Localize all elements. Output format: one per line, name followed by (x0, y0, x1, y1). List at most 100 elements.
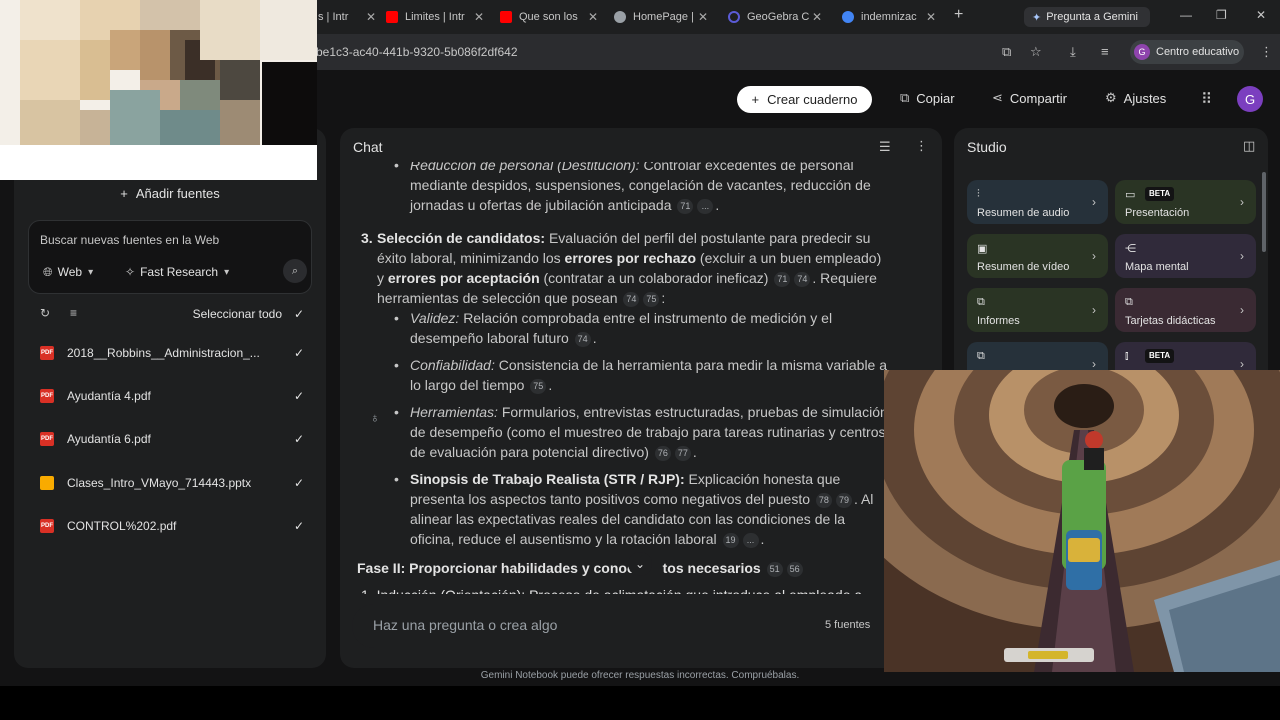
citation-chip[interactable]: 79 (835, 493, 852, 508)
web-dropdown[interactable]: 🌐︎ Web ▾ (43, 261, 93, 283)
citation-chip[interactable]: 74 (574, 332, 591, 347)
source-checkbox[interactable]: ✓ (292, 432, 306, 446)
browser-tab[interactable]: indemnizac ✕ (842, 6, 936, 28)
web-source-search: Buscar nuevas fuentes en la Web 🌐︎ Web ▾… (28, 220, 312, 294)
close-tab-icon[interactable]: ✕ (588, 10, 598, 24)
list-item: Sinopsis de Trabajo Realista (STR / RJP)… (410, 469, 890, 549)
tab-label: HomePage | (633, 11, 694, 23)
chevron-down-icon: ▾ (88, 266, 94, 278)
settings-button[interactable]: ⚙ Ajustes (1105, 90, 1166, 106)
chevron-right-icon: › (1092, 249, 1096, 263)
browser-menu-icon[interactable]: ⋮ (1260, 44, 1273, 60)
create-notebook-button[interactable]: + Crear cuaderno (737, 86, 872, 113)
close-tab-icon[interactable]: ✕ (366, 10, 376, 24)
profile-chip[interactable]: G Centro educativo (1130, 40, 1244, 64)
sort-icon[interactable]: ≡ (70, 306, 77, 320)
profile-label: Centro educativo (1156, 46, 1240, 58)
citation-chip[interactable]: ... (742, 533, 759, 548)
browser-tab[interactable]: HomePage | ✕ (614, 6, 708, 28)
citation-chip[interactable]: ... (697, 199, 714, 214)
youtube-icon (386, 11, 398, 23)
tab-label: s | Intr (318, 11, 349, 23)
citation-chip[interactable]: 77 (674, 446, 691, 461)
source-checkbox[interactable]: ✓ (292, 346, 306, 360)
minimize-icon[interactable]: — (1180, 8, 1192, 22)
copy-label: Copiar (916, 90, 955, 106)
citation-chip[interactable]: 71 (677, 199, 694, 214)
sparkle-search-icon: ✧ (125, 265, 136, 279)
source-item[interactable]: PDF CONTROL%202.pdf ✓ (40, 515, 312, 537)
maximize-icon[interactable]: ❐ (1216, 8, 1227, 22)
source-item[interactable]: PDF Ayudantía 6.pdf ✓ (40, 428, 312, 450)
studio-card-flashcards[interactable]: ⧉ Tarjetas didácticas › (1115, 288, 1256, 332)
account-avatar[interactable]: G (1237, 86, 1263, 112)
studio-card-presentation[interactable]: ▭ BETA Presentación › (1115, 180, 1256, 224)
citation-chip[interactable]: 78 (815, 493, 832, 508)
studio-title: Studio (967, 139, 1007, 155)
close-tab-icon[interactable]: ✕ (812, 10, 822, 24)
scroll-down-icon[interactable]: ⌄ (628, 552, 652, 576)
browser-tab[interactable]: Limites | Intr ✕ (386, 6, 484, 28)
studio-scrollbar[interactable] (1262, 172, 1266, 252)
browser-tab[interactable]: GeoGebra C ✕ (728, 6, 822, 28)
item-text: Relación comprobada entre el instrumento… (410, 310, 833, 346)
close-tab-icon[interactable]: ✕ (926, 10, 936, 24)
bookmark-star-icon[interactable]: ☆ (1030, 44, 1042, 60)
studio-card-audio-overview[interactable]: ⫶ Resumen de audio › (967, 180, 1108, 224)
close-tab-icon[interactable]: ✕ (474, 10, 484, 24)
source-checkbox[interactable]: ✓ (292, 519, 306, 533)
copy-button[interactable]: ⧉ Copiar (900, 90, 955, 106)
citation-chip[interactable]: 75 (643, 292, 660, 307)
profile-avatar: G (1134, 44, 1150, 60)
more-options-icon[interactable]: ⋮ (915, 138, 928, 154)
source-item[interactable]: PDF 2018__Robbins__Administracion_... ✓ (40, 342, 312, 364)
citation-chip[interactable]: 19 (722, 533, 739, 548)
search-icon[interactable]: ⌕ (283, 259, 307, 283)
tune-icon[interactable]: ☰ (879, 139, 891, 155)
game-scene (884, 370, 1280, 672)
pdf-icon: PDF (40, 389, 54, 403)
citation-chip[interactable]: 75 (530, 379, 547, 394)
accuracy-disclaimer: Gemini Notebook puede ofrecer respuestas… (480, 670, 800, 681)
media-controls-icon[interactable]: ≡ (1101, 44, 1109, 59)
studio-card-video-overview[interactable]: ▣ Resumen de vídeo › (967, 234, 1108, 278)
citation-chip[interactable]: 74 (794, 272, 811, 287)
bullet-marker: • (394, 471, 399, 487)
research-mode-dropdown[interactable]: ✧ Fast Research ▾ (125, 261, 229, 283)
share-button[interactable]: ⋖ Compartir (992, 90, 1067, 106)
source-item[interactable]: Clases_Intro_VMayo_714443.pptx ✓ (40, 472, 312, 494)
studio-card-mind-map[interactable]: ⋲ Mapa mental › (1115, 234, 1256, 278)
collapse-panel-icon[interactable]: ◫ (1243, 138, 1255, 154)
browser-tab[interactable]: s | Intr ✕ (318, 6, 376, 28)
citation-chip[interactable]: 74 (623, 292, 640, 307)
close-window-icon[interactable]: ✕ (1256, 8, 1266, 22)
source-checkbox[interactable]: ✓ (292, 476, 306, 490)
browser-tab[interactable]: Que son los ✕ (500, 6, 598, 28)
citation-chip[interactable]: 71 (774, 272, 791, 287)
infographic-icon: ⫾ (1125, 350, 1129, 362)
source-item[interactable]: PDF Ayudantía 4.pdf ✓ (40, 385, 312, 407)
new-tab-button[interactable]: + (954, 6, 963, 24)
list-number-text: 3. (361, 230, 373, 246)
pin-note-icon[interactable]: ♁ (370, 408, 380, 428)
close-tab-icon[interactable]: ✕ (698, 10, 708, 24)
refresh-icon[interactable]: ↻ (40, 306, 50, 320)
source-checkbox[interactable]: ✓ (292, 389, 306, 403)
download-icon[interactable]: ⤓ (1070, 44, 1076, 60)
ask-gemini-button[interactable]: ✦ Pregunta a Gemini (1024, 7, 1150, 27)
search-input[interactable]: Buscar nuevas fuentes en la Web (40, 233, 219, 247)
studio-card-reports[interactable]: ⧉ Informes › (967, 288, 1108, 332)
citation-chip[interactable]: 51 (766, 562, 783, 577)
apps-grid-icon[interactable]: ⠿ (1201, 90, 1212, 108)
install-app-icon[interactable]: ⧉ (1002, 44, 1011, 60)
url-field[interactable]: be1c3-ac40-441b-9320-5b086f2df642 (316, 45, 518, 59)
bullet-marker: • (394, 162, 399, 173)
add-sources-button[interactable]: + Añadir fuentes (28, 182, 312, 204)
citation-chip[interactable]: 56 (786, 562, 803, 577)
chat-input-box[interactable]: Haz una pregunta o crea algo 5 fuentes (352, 604, 930, 648)
list-item: Herramientas: Formularios, entrevistas e… (410, 402, 890, 462)
youtube-icon (500, 11, 512, 23)
select-all-checkbox[interactable]: ✓ (292, 307, 306, 321)
create-notebook-label: Crear cuaderno (767, 92, 858, 107)
citation-chip[interactable]: 76 (654, 446, 671, 461)
